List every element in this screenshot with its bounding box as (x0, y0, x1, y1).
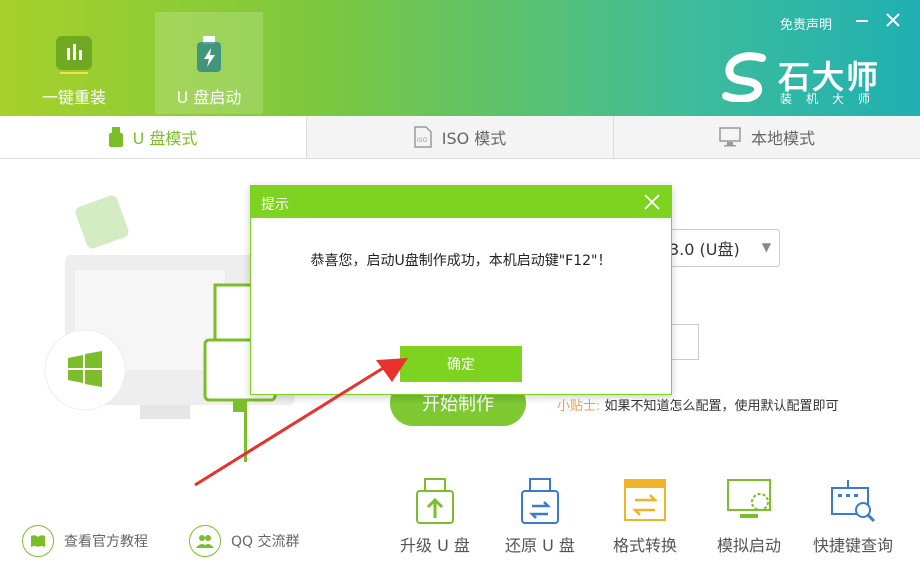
svg-text:ISO: ISO (417, 137, 428, 144)
prompt-dialog: 提示 恭喜您，启动U盘制作成功，本机启动键"F12"！ 确定 (250, 185, 672, 395)
usb-drive-icon (197, 36, 221, 72)
minimize-icon[interactable] (856, 20, 868, 24)
dialog-header: 提示 (251, 186, 671, 218)
mode-tabs: U 盘模式 ISO ISO 模式 本地模式 (0, 116, 920, 159)
official-tutorial-link[interactable]: 查看官方教程 (22, 525, 148, 557)
tool-format-convert[interactable]: 格式转换 (597, 478, 693, 556)
tool-restore-usb[interactable]: 还原 U 盘 (492, 478, 588, 556)
brand-subtitle: 装机大师 (780, 92, 885, 106)
group-icon (189, 525, 221, 557)
tip-text: 小贴士: 如果不知道怎么配置，使用默认配置即可 (557, 395, 839, 414)
keyboard-search-icon (831, 480, 876, 523)
tool-label: 还原 U 盘 (505, 536, 575, 555)
tab-usb-mode[interactable]: U 盘模式 (0, 116, 307, 158)
close-icon[interactable] (886, 13, 900, 27)
title-bar: 一键重装 U 盘启动 免责声明 石大师 装机大师 (0, 0, 920, 116)
link-label: QQ 交流群 (231, 534, 300, 550)
tip-key: 小贴士: (557, 399, 601, 414)
monitor-icon (719, 127, 741, 147)
tool-label: 格式转换 (612, 536, 677, 555)
tool-simulate-boot[interactable]: 模拟启动 (701, 478, 797, 556)
tool-label: 升级 U 盘 (400, 536, 470, 555)
nav-tab-usb-boot[interactable]: U 盘启动 (155, 12, 263, 114)
book-icon (22, 525, 54, 557)
nav-tab-label: U 盘启动 (176, 88, 242, 107)
usb-icon (108, 127, 123, 147)
tool-label: 模拟启动 (716, 536, 781, 555)
tab-label: U 盘模式 (132, 129, 198, 148)
link-label: 查看官方教程 (64, 534, 148, 550)
tab-iso-mode[interactable]: ISO ISO 模式 (307, 116, 614, 158)
usb-upgrade-icon (416, 478, 454, 524)
iso-file-icon: ISO (413, 126, 432, 148)
usb-restore-icon (521, 478, 559, 524)
tool-label: 快捷键查询 (812, 536, 893, 555)
bar-chart-icon (56, 36, 92, 74)
ok-button[interactable]: 确定 (400, 346, 522, 382)
tool-hotkey-lookup[interactable]: 快捷键查询 (805, 478, 901, 556)
logo-mark-icon (722, 52, 766, 102)
simulate-boot-icon (727, 479, 771, 518)
nav-tab-reinstall[interactable]: 一键重装 (20, 12, 128, 114)
brand-logo: 石大师 装机大师 (722, 52, 892, 112)
dialog-message: 恭喜您，启动U盘制作成功，本机启动键"F12"！ (310, 253, 612, 269)
disclaimer-link[interactable]: 免责声明 (780, 14, 832, 33)
close-icon[interactable] (639, 189, 665, 215)
qq-group-link[interactable]: QQ 交流群 (189, 525, 300, 557)
tool-upgrade-usb[interactable]: 升级 U 盘 (387, 478, 483, 556)
chevron-down-icon: ▼ (761, 240, 771, 254)
nav-tab-label: 一键重装 (41, 88, 106, 107)
tip-message: 如果不知道怎么配置，使用默认配置即可 (604, 399, 839, 414)
dialog-title: 提示 (261, 197, 289, 213)
format-convert-icon (624, 479, 666, 521)
tab-local-mode[interactable]: 本地模式 (614, 116, 920, 158)
device-select-value: 3.0 (U盘) (669, 240, 740, 259)
tab-label: ISO 模式 (441, 129, 507, 148)
tab-label: 本地模式 (750, 129, 815, 148)
